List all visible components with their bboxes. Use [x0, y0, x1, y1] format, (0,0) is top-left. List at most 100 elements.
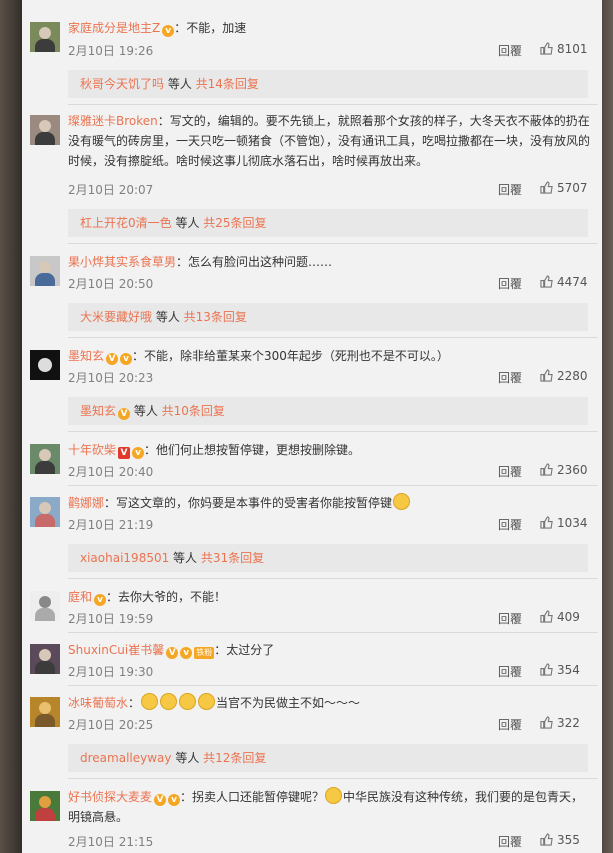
username-link[interactable]: ShuxinCui崔书馨 — [68, 643, 164, 657]
like-thumb-icon — [540, 369, 553, 382]
comment-line: 墨知玄 Vv ：不能，除非给董某来个300年起步（死刑也不是不可以。） — [68, 346, 593, 366]
like-button[interactable]: 2280 — [540, 369, 600, 383]
subreply-count[interactable]: 共25条回复 — [203, 216, 266, 230]
comment-time: 2月10日 19:26 — [68, 44, 154, 58]
subreply-user[interactable]: dreamalleyway — [80, 751, 172, 765]
subreply-text: 等人 — [171, 751, 204, 765]
like-count: 8101 — [557, 42, 588, 56]
comment-panel: 家庭成分是地主Z v ：不能，加速 2月10日 19:26 回覆 8101 秋哥今天… — [22, 0, 602, 853]
like-button[interactable]: 322 — [540, 716, 600, 730]
subreply-count[interactable]: 共31条回复 — [201, 551, 264, 565]
like-thumb-icon — [540, 181, 553, 194]
like-thumb-icon — [540, 663, 553, 676]
like-button[interactable]: 354 — [540, 663, 600, 677]
emoji-smile-icon — [393, 493, 411, 510]
like-button[interactable]: 8101 — [540, 42, 600, 56]
avatar[interactable] — [30, 256, 60, 286]
username-link[interactable]: 好书侦探大麦麦 — [68, 790, 152, 804]
reply-button[interactable]: 回覆 — [498, 610, 522, 627]
comment-text: ：写这文章的，你妈要是本事件的受害者你能按暂停键 — [104, 496, 393, 510]
username-link[interactable]: 墨知玄 — [68, 349, 104, 363]
comment-line: 十年砍柴 Vv ：他们何止想按暂停键，更想按删除键。 — [68, 440, 593, 460]
vip-badge-icon: v — [132, 447, 145, 459]
comment-time: 2月10日 19:59 — [68, 612, 154, 626]
username-link[interactable]: 十年砍柴 — [68, 443, 116, 457]
comment-line: 庭和 v ：去你大爷的，不能！ — [68, 587, 593, 607]
verified-badge-icon: V — [106, 353, 119, 365]
like-button[interactable]: 355 — [540, 833, 600, 847]
reply-button[interactable]: 回覆 — [498, 181, 522, 198]
subreply-user[interactable]: xiaohai198501 — [80, 551, 169, 565]
comment-time: 2月10日 20:25 — [68, 718, 154, 732]
reply-button[interactable]: 回覆 — [498, 833, 522, 850]
like-button[interactable]: 409 — [540, 610, 600, 624]
like-button[interactable]: 2360 — [540, 463, 600, 477]
subreply-user[interactable]: 墨知玄 — [80, 404, 116, 418]
subreply-user[interactable]: 杠上开花0清一色 — [80, 216, 172, 230]
like-button[interactable]: 1034 — [540, 516, 600, 530]
reply-button[interactable]: 回覆 — [498, 463, 522, 480]
like-count: 355 — [557, 833, 580, 847]
divider — [68, 104, 598, 105]
subreply-summary[interactable]: 秋哥今天饥了吗 等人 共14条回复 — [68, 70, 588, 98]
reply-button[interactable]: 回覆 — [498, 369, 522, 386]
avatar[interactable] — [30, 115, 60, 145]
avatar[interactable] — [30, 791, 60, 821]
like-count: 4474 — [557, 275, 588, 289]
subreply-count[interactable]: 共14条回复 — [196, 77, 259, 91]
divider — [68, 578, 598, 579]
subreply-summary[interactable]: 杠上开花0清一色 等人 共25条回复 — [68, 209, 588, 237]
divider — [68, 685, 598, 686]
comment-text: ：去你大爷的，不能！ — [106, 590, 227, 604]
reply-button[interactable]: 回覆 — [498, 42, 522, 59]
subreply-summary[interactable]: xiaohai198501 等人 共31条回复 — [68, 544, 588, 572]
username-link[interactable]: 家庭成分是地主Z — [68, 21, 160, 35]
reply-button[interactable]: 回覆 — [498, 275, 522, 292]
like-thumb-icon — [540, 463, 553, 476]
like-button[interactable]: 4474 — [540, 275, 600, 289]
comment-line: 好书侦探大麦麦 Vv ：拐卖人口还能暂停键呢？ 中华民族没有这种传统，我们要的是包青天… — [68, 787, 593, 827]
like-count: 5707 — [557, 181, 588, 195]
subreply-summary[interactable]: 墨知玄 V 等人 共10条回复 — [68, 397, 588, 425]
subreply-text: 等人 — [171, 216, 204, 230]
like-button[interactable]: 5707 — [540, 181, 600, 195]
username-link[interactable]: 鹳娜娜 — [68, 496, 104, 510]
like-thumb-icon — [540, 275, 553, 288]
avatar[interactable] — [30, 497, 60, 527]
username-link[interactable]: 冰味葡萄水 — [68, 696, 128, 710]
comment-time: 2月10日 20:23 — [68, 371, 154, 385]
subreply-summary[interactable]: 大米要藏好哦 等人 共13条回复 — [68, 303, 588, 331]
comment-line: ShuxinCui崔书馨 Vv 铁粉 ：太过分了 — [68, 640, 593, 660]
reply-button[interactable]: 回覆 — [498, 663, 522, 680]
username-link[interactable]: 庭和 — [68, 590, 92, 604]
avatar[interactable] — [30, 591, 60, 621]
comment-text: ：太过分了 — [214, 643, 275, 657]
comment-text: ：不能，加速 — [174, 21, 247, 35]
emoji-smile-icon — [325, 787, 343, 804]
comment-time: 2月10日 20:07 — [68, 183, 154, 197]
avatar[interactable] — [30, 444, 60, 474]
username-link[interactable]: 璨雅迷卡Broken — [68, 114, 158, 128]
emoji-smile-icon — [141, 693, 159, 710]
comment-text: ：怎么有脸问出这种问题…… — [176, 255, 333, 269]
reply-button[interactable]: 回覆 — [498, 516, 522, 533]
comment-time: 2月10日 19:30 — [68, 665, 154, 679]
like-count: 409 — [557, 610, 580, 624]
like-count: 1034 — [557, 516, 588, 530]
subreply-count[interactable]: 共10条回复 — [162, 404, 225, 418]
like-thumb-icon — [540, 42, 553, 55]
subreply-user[interactable]: 秋哥今天饥了吗 — [80, 77, 164, 91]
avatar[interactable] — [30, 350, 60, 380]
reply-button[interactable]: 回覆 — [498, 716, 522, 733]
verified-badge-icon: V — [118, 408, 131, 420]
avatar[interactable] — [30, 22, 60, 52]
subreply-user[interactable]: 大米要藏好哦 — [80, 310, 152, 324]
comment-time: 2月10日 20:50 — [68, 277, 154, 291]
avatar[interactable] — [30, 644, 60, 674]
username-link[interactable]: 果小烨其实系食草男 — [68, 255, 176, 269]
subreply-count[interactable]: 共12条回复 — [203, 751, 266, 765]
subreply-count[interactable]: 共13条回复 — [184, 310, 247, 324]
avatar[interactable] — [30, 697, 60, 727]
comment-text: ：他们何止想按暂停键，更想按删除键。 — [144, 443, 361, 457]
subreply-summary[interactable]: dreamalleyway 等人 共12条回复 — [68, 744, 588, 772]
